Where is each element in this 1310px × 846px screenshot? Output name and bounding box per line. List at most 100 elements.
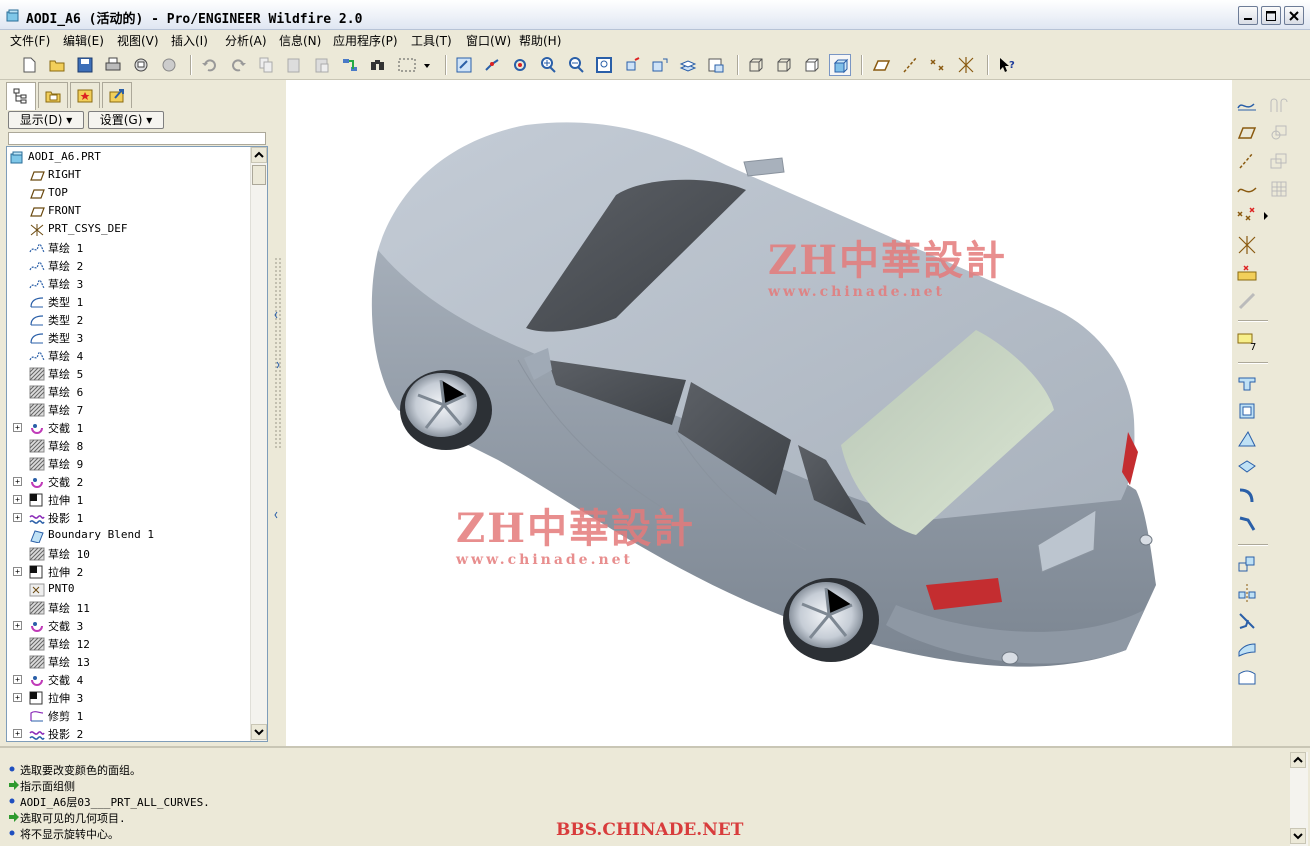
sketch-tool-button[interactable] bbox=[1236, 94, 1258, 116]
dim-tool-button-1[interactable] bbox=[1268, 94, 1290, 116]
copy-button[interactable] bbox=[255, 54, 277, 76]
undo-button[interactable] bbox=[199, 54, 221, 76]
dim-tool-button-2[interactable] bbox=[1268, 122, 1290, 144]
spin-center-button[interactable] bbox=[481, 54, 503, 76]
rib-tool-button[interactable] bbox=[1236, 484, 1258, 506]
tree-item[interactable]: 类型 2 bbox=[7, 311, 251, 329]
expand-toggle[interactable]: + bbox=[13, 729, 22, 738]
tree-item[interactable]: 草绘 8 bbox=[7, 437, 251, 455]
tree-item[interactable]: 草绘 13 bbox=[7, 653, 251, 671]
view-manager-button[interactable] bbox=[705, 54, 727, 76]
menu-applications[interactable]: 应用程序(P) bbox=[333, 32, 398, 49]
print-button[interactable] bbox=[102, 54, 124, 76]
csys-tool-button[interactable] bbox=[1236, 234, 1258, 256]
reorient-button[interactable] bbox=[621, 54, 643, 76]
tree-item[interactable]: 草绘 7 bbox=[7, 401, 251, 419]
scroll-down-button[interactable] bbox=[251, 724, 267, 740]
scroll-thumb[interactable] bbox=[252, 165, 266, 185]
maximize-button[interactable] bbox=[1261, 6, 1281, 25]
extrude-tool-button[interactable] bbox=[1236, 372, 1258, 394]
favorites-tab[interactable] bbox=[70, 82, 100, 108]
scroll-up-button[interactable] bbox=[251, 147, 267, 163]
tree-item[interactable]: 草绘 9 bbox=[7, 455, 251, 473]
flyout-arrow[interactable] bbox=[1262, 208, 1272, 230]
regenerate-button[interactable] bbox=[339, 54, 361, 76]
context-help-button[interactable]: ? bbox=[996, 54, 1018, 76]
send-mail-button[interactable] bbox=[130, 54, 152, 76]
tree-item[interactable]: PRT_CSYS_DEF bbox=[7, 221, 251, 239]
tree-item[interactable]: 草绘 3 bbox=[7, 275, 251, 293]
tree-item[interactable]: 草绘 4 bbox=[7, 347, 251, 365]
menu-tools[interactable]: 工具(T) bbox=[411, 32, 452, 49]
close-button[interactable] bbox=[1284, 6, 1304, 25]
menu-window[interactable]: 窗口(W) bbox=[466, 32, 511, 49]
datum-points-button[interactable] bbox=[927, 54, 949, 76]
expand-toggle[interactable]: + bbox=[13, 477, 22, 486]
find-button[interactable] bbox=[367, 54, 389, 76]
tree-item[interactable]: 草绘 10 bbox=[7, 545, 251, 563]
expand-toggle[interactable]: + bbox=[13, 621, 22, 630]
layers-button[interactable] bbox=[677, 54, 699, 76]
datum-axis-tool-button[interactable] bbox=[1236, 150, 1258, 172]
menu-view[interactable]: 视图(V) bbox=[117, 32, 159, 49]
merge-tool-button[interactable] bbox=[1236, 610, 1258, 632]
tree-root-item[interactable]: AODI_A6.PRT bbox=[7, 149, 251, 167]
tree-item[interactable]: 草绘 1 bbox=[7, 239, 251, 257]
tree-item[interactable]: + 拉伸 2 bbox=[7, 563, 251, 581]
tree-item[interactable]: + 交截 4 bbox=[7, 671, 251, 689]
tree-item[interactable]: 草绘 5 bbox=[7, 365, 251, 383]
csys-button[interactable] bbox=[955, 54, 977, 76]
analysis-tool-button[interactable] bbox=[1236, 262, 1258, 284]
select-dropdown[interactable] bbox=[421, 54, 433, 76]
offset-tool-button[interactable] bbox=[1236, 666, 1258, 688]
datum-planes-button[interactable] bbox=[871, 54, 893, 76]
tree-item[interactable]: + 交截 3 bbox=[7, 617, 251, 635]
tree-item[interactable]: 草绘 12 bbox=[7, 635, 251, 653]
paste-button[interactable] bbox=[283, 54, 305, 76]
tree-item[interactable]: TOP bbox=[7, 185, 251, 203]
revolve-tool-button[interactable] bbox=[1236, 400, 1258, 422]
round-tool-button[interactable] bbox=[1236, 512, 1258, 534]
expand-toggle[interactable]: + bbox=[13, 513, 22, 522]
tree-item[interactable]: + 交截 2 bbox=[7, 473, 251, 491]
tree-item[interactable]: + 拉伸 1 bbox=[7, 491, 251, 509]
paste-special-button[interactable] bbox=[311, 54, 333, 76]
datum-plane-tool-button[interactable] bbox=[1236, 122, 1258, 144]
copy-tool-button[interactable] bbox=[1236, 554, 1258, 576]
expand-toggle[interactable]: + bbox=[13, 675, 22, 684]
disabled-tool-button[interactable] bbox=[1236, 290, 1258, 312]
menu-file[interactable]: 文件(F) bbox=[10, 32, 50, 49]
expand-toggle[interactable]: + bbox=[13, 495, 22, 504]
expand-toggle[interactable]: + bbox=[13, 693, 22, 702]
save-button[interactable] bbox=[74, 54, 96, 76]
tree-item[interactable]: RIGHT bbox=[7, 167, 251, 185]
menu-insert[interactable]: 插入(I) bbox=[171, 32, 208, 49]
hidden-line-button[interactable] bbox=[773, 54, 795, 76]
tree-item[interactable]: 草绘 2 bbox=[7, 257, 251, 275]
zoom-in-button[interactable] bbox=[537, 54, 559, 76]
tree-item[interactable]: + 交截 1 bbox=[7, 419, 251, 437]
message-scroll-down[interactable] bbox=[1290, 828, 1306, 844]
title-bar[interactable]: AODI_A6 (活动的) - Pro/ENGINEER Wildfire 2.… bbox=[0, 0, 1310, 30]
new-button[interactable] bbox=[18, 54, 40, 76]
select-box-button[interactable] bbox=[395, 54, 421, 76]
tree-item[interactable]: PNT0 bbox=[7, 581, 251, 599]
repaint-button[interactable] bbox=[453, 54, 475, 76]
datum-axes-button[interactable] bbox=[899, 54, 921, 76]
menu-edit[interactable]: 编辑(E) bbox=[63, 32, 104, 49]
saved-views-button[interactable] bbox=[649, 54, 671, 76]
orient-button[interactable] bbox=[509, 54, 531, 76]
tree-item[interactable]: FRONT bbox=[7, 203, 251, 221]
tree-scrollbar[interactable] bbox=[250, 147, 267, 741]
folder-browser-tab[interactable] bbox=[38, 82, 68, 108]
dim-tool-button-4[interactable] bbox=[1268, 178, 1290, 200]
tree-item[interactable]: + 拉伸 3 bbox=[7, 689, 251, 707]
message-scrollbar[interactable] bbox=[1290, 752, 1308, 846]
dim-tool-button-3[interactable] bbox=[1268, 150, 1290, 172]
shading-button[interactable] bbox=[829, 54, 851, 76]
annotation-button[interactable]: 7 bbox=[1236, 330, 1258, 353]
refit-button[interactable] bbox=[593, 54, 615, 76]
panel-splitter[interactable] bbox=[274, 80, 284, 746]
menu-help[interactable]: 帮助(H) bbox=[519, 32, 561, 49]
minimize-button[interactable] bbox=[1238, 6, 1258, 25]
